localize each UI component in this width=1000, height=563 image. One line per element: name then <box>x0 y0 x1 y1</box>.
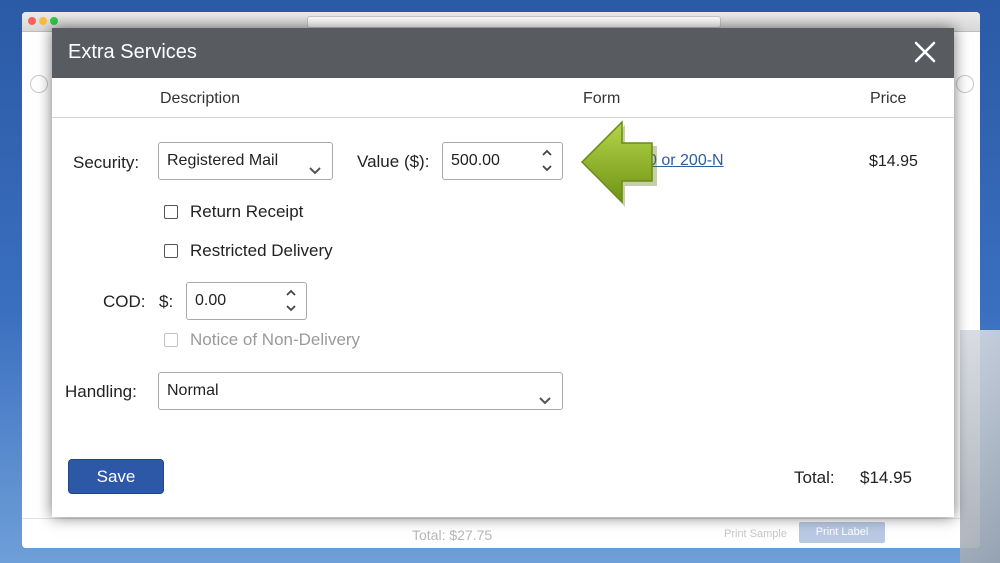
column-price: Price <box>870 90 907 107</box>
cod-input[interactable]: 0.00 <box>186 282 307 320</box>
return-receipt-checkbox[interactable]: Return Receipt <box>164 202 303 222</box>
handling-select[interactable]: Normal <box>158 372 563 410</box>
minimize-window-icon[interactable] <box>39 17 47 25</box>
print-label-button[interactable]: Print Label <box>799 522 885 543</box>
column-header-row: Description Form Price <box>52 78 954 118</box>
pointer-arrow-icon <box>579 118 707 208</box>
cod-input-text: 0.00 <box>195 292 227 309</box>
close-window-icon[interactable] <box>28 17 36 25</box>
modal-header: Extra Services <box>52 28 954 78</box>
notice-non-delivery-label: Notice of Non-Delivery <box>190 330 361 349</box>
checkbox-box[interactable] <box>164 244 178 258</box>
spinner-arrows-icon[interactable] <box>540 147 554 175</box>
address-bar[interactable] <box>307 16 721 28</box>
return-receipt-label: Return Receipt <box>190 202 304 221</box>
total-label: Total: <box>794 468 835 487</box>
security-price: $14.95 <box>869 153 918 170</box>
close-icon[interactable] <box>912 39 938 65</box>
cod-currency-label: $: <box>159 292 174 311</box>
bg-circle-icon <box>956 75 974 93</box>
bg-circle-icon <box>30 75 48 93</box>
notice-non-delivery-checkbox: Notice of Non-Delivery <box>164 330 360 350</box>
background-total: Total: $27.75 <box>412 527 493 543</box>
column-form: Form <box>583 90 621 107</box>
background-device-image <box>960 330 1000 563</box>
handling-selected-value: Normal <box>167 382 219 399</box>
value-input-text: 500.00 <box>451 152 500 169</box>
restricted-delivery-label: Restricted Delivery <box>190 241 333 260</box>
print-sample-button[interactable]: Print Sample <box>724 528 787 540</box>
checkbox-box[interactable] <box>164 205 178 219</box>
total-value: $14.95 <box>860 468 912 487</box>
restricted-delivery-checkbox[interactable]: Restricted Delivery <box>164 241 333 261</box>
column-description: Description <box>160 90 241 107</box>
security-selected-value: Registered Mail <box>167 152 279 169</box>
spinner-arrows-icon[interactable] <box>284 287 298 315</box>
security-label: Security: <box>73 153 140 172</box>
cod-label: COD: <box>103 292 146 311</box>
value-input[interactable]: 500.00 <box>442 142 563 180</box>
background-footer: Total: $27.75 Print Sample Print Label <box>22 518 980 548</box>
save-button[interactable]: Save <box>68 459 164 494</box>
security-select[interactable]: Registered Mail <box>158 142 333 180</box>
checkbox-box <box>164 333 178 347</box>
value-label: Value ($): <box>357 152 430 171</box>
zoom-window-icon[interactable] <box>50 17 58 25</box>
extra-services-modal: Extra Services Description Form Price Se… <box>52 28 954 517</box>
modal-title: Extra Services <box>68 41 197 63</box>
handling-label: Handling: <box>65 382 137 401</box>
chevron-down-icon <box>308 155 322 175</box>
chevron-down-icon <box>538 385 552 405</box>
